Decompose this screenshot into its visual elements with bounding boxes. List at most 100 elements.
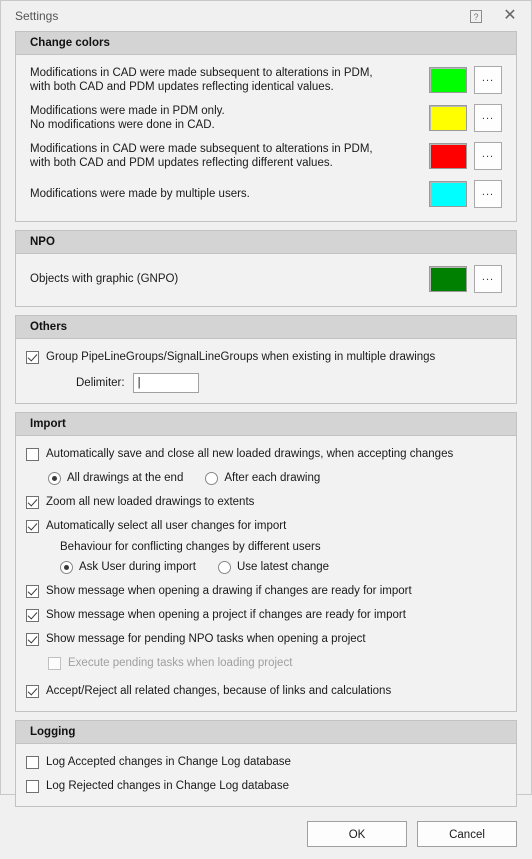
color-browse-button[interactable]: ... <box>474 66 502 94</box>
radio-label-after-each-drawing: After each drawing <box>224 471 321 484</box>
radio-all-drawings-end[interactable] <box>48 471 61 485</box>
checkbox-zoom-extents[interactable] <box>26 495 39 509</box>
checkbox-show-drawing-msg[interactable] <box>26 584 39 598</box>
checkbox-row-group-linegroups[interactable]: Group PipeLineGroups/SignalLineGroups wh… <box>26 345 506 369</box>
delimiter-label: Delimiter: <box>76 377 125 389</box>
panel-title-logging: Logging <box>16 721 516 744</box>
color-row-label-line1: Modifications were made by multiple user… <box>30 187 250 200</box>
color-row-label-line1: Modifications in CAD were made subsequen… <box>30 66 373 79</box>
radio-row-after-each-drawing[interactable]: After each drawing <box>205 471 320 486</box>
color-picker-group: ... <box>429 265 506 293</box>
checkbox-label-log-accepted: Log Accepted changes in Change Log datab… <box>46 755 291 768</box>
checkbox-show-npo-msg[interactable] <box>26 632 39 646</box>
panel-npo: NPO Objects with graphic (GNPO) ... <box>15 230 517 307</box>
checkbox-label-auto-save-close: Automatically save and close all new loa… <box>46 447 454 460</box>
panel-logging: Logging Log Accepted changes in Change L… <box>15 720 517 807</box>
checkbox-group-linegroups[interactable] <box>26 350 39 364</box>
npo-row-label: Objects with graphic (GNPO) <box>30 272 179 285</box>
panel-others: Others Group PipeLineGroups/SignalLineGr… <box>15 315 517 404</box>
radio-label-all-drawings-end: All drawings at the end <box>67 471 184 484</box>
color-swatch-multiple-users[interactable] <box>429 181 467 207</box>
checkbox-log-rejected[interactable] <box>26 779 39 793</box>
checkbox-label-execute-pending-tasks: Execute pending tasks when loading proje… <box>68 656 293 669</box>
checkbox-label-zoom-extents: Zoom all new loaded drawings to extents <box>46 495 255 508</box>
radio-after-each-drawing[interactable] <box>205 471 219 485</box>
checkbox-label-show-project-msg: Show message when opening a project if c… <box>46 608 406 621</box>
npo-body: Objects with graphic (GNPO) ... <box>16 254 516 306</box>
color-browse-button[interactable]: ... <box>474 180 502 208</box>
delimiter-row: Delimiter: <box>26 369 506 395</box>
help-button[interactable]: ? <box>459 3 493 29</box>
ok-button[interactable]: OK <box>307 821 407 847</box>
checkbox-row-log-rejected[interactable]: Log Rejected changes in Change Log datab… <box>26 774 506 798</box>
checkbox-log-accepted[interactable] <box>26 755 39 769</box>
panel-title-others: Others <box>16 316 516 339</box>
checkbox-row-show-drawing-msg[interactable]: Show message when opening a drawing if c… <box>26 579 506 603</box>
radio-ask-user-during-import[interactable] <box>60 560 73 574</box>
checkbox-label-accept-reject-related: Accept/Reject all related changes, becau… <box>46 684 392 697</box>
checkbox-row-log-accepted[interactable]: Log Accepted changes in Change Log datab… <box>26 750 506 774</box>
window-title: Settings <box>15 9 59 23</box>
color-picker-group: ... <box>429 142 506 170</box>
conflict-behaviour-heading: Behaviour for conflicting changes by dif… <box>60 541 321 553</box>
checkbox-label-show-drawing-msg: Show message when opening a drawing if c… <box>46 584 412 597</box>
checkbox-label-show-npo-msg: Show message for pending NPO tasks when … <box>46 632 366 645</box>
panel-change-colors: Change colors Modifications in CAD were … <box>15 31 517 222</box>
checkbox-execute-pending-tasks <box>48 656 61 670</box>
color-row-label: Modifications in CAD were made subsequen… <box>26 142 429 171</box>
radio-row-use-latest[interactable]: Use latest change <box>217 560 330 575</box>
checkbox-label-group-linegroups: Group PipeLineGroups/SignalLineGroups wh… <box>46 350 436 363</box>
color-row: Modifications in CAD were made subsequen… <box>26 61 506 99</box>
radio-row-ask-user[interactable]: Ask User during import <box>60 560 196 575</box>
title-bar: Settings ? ✕ <box>1 1 531 31</box>
color-row: Modifications were made in PDM only. No … <box>26 99 506 137</box>
color-row-label: Modifications were made in PDM only. No … <box>26 104 429 133</box>
settings-dialog: Settings ? ✕ Change colors Modifications… <box>0 0 532 847</box>
checkbox-row-show-npo-msg[interactable]: Show message for pending NPO tasks when … <box>26 627 506 651</box>
panel-title-change-colors: Change colors <box>16 32 516 55</box>
color-swatch-different-values[interactable] <box>429 143 467 169</box>
color-row-label-line1: Modifications were made in PDM only. <box>30 104 225 117</box>
radio-use-latest-change[interactable] <box>217 560 231 574</box>
color-row-label-line2: with both CAD and PDM updates reflecting… <box>30 157 333 169</box>
checkbox-row-show-project-msg[interactable]: Show message when opening a project if c… <box>26 603 506 627</box>
color-row: Modifications were made by multiple user… <box>26 175 506 213</box>
color-picker-group: ... <box>429 180 506 208</box>
delimiter-input[interactable] <box>132 373 199 393</box>
checkbox-row-auto-save-close[interactable]: Automatically save and close all new loa… <box>26 442 506 466</box>
color-browse-button[interactable]: ... <box>474 104 502 132</box>
color-browse-button[interactable]: ... <box>474 142 502 170</box>
checkbox-accept-reject-related[interactable] <box>26 684 39 698</box>
color-swatch-gnpo[interactable] <box>429 266 467 292</box>
checkbox-auto-save-close[interactable] <box>26 447 39 461</box>
color-browse-button[interactable]: ... <box>474 265 502 293</box>
radio-label-ask-user: Ask User during import <box>79 560 196 573</box>
panel-title-import: Import <box>16 413 516 436</box>
close-button[interactable]: ✕ <box>493 3 527 29</box>
panel-import: Import Automatically save and close all … <box>15 412 517 712</box>
checkbox-row-auto-select-changes[interactable]: Automatically select all user changes fo… <box>26 514 506 538</box>
color-picker-group: ... <box>429 66 506 94</box>
dialog-footer: OK Cancel <box>1 815 531 859</box>
checkbox-row-zoom-extents[interactable]: Zoom all new loaded drawings to extents <box>26 490 506 514</box>
checkbox-label-log-rejected: Log Rejected changes in Change Log datab… <box>46 779 289 792</box>
radio-group-conflict-behaviour: Ask User during import Use latest change <box>26 555 506 579</box>
checkbox-show-project-msg[interactable] <box>26 608 39 622</box>
color-swatch-identical-values[interactable] <box>429 67 467 93</box>
logging-body: Log Accepted changes in Change Log datab… <box>16 744 516 806</box>
change-colors-body: Modifications in CAD were made subsequen… <box>16 55 516 221</box>
cancel-button[interactable]: Cancel <box>417 821 517 847</box>
dialog-body: Change colors Modifications in CAD were … <box>1 31 531 815</box>
color-row-label: Modifications in CAD were made subsequen… <box>26 66 429 95</box>
radio-label-use-latest: Use latest change <box>236 560 330 573</box>
color-row: Modifications in CAD were made subsequen… <box>26 137 506 175</box>
checkbox-row-accept-reject-related[interactable]: Accept/Reject all related changes, becau… <box>26 679 506 703</box>
help-question-icon: ? <box>470 9 482 23</box>
color-row-label-line2: No modifications were done in CAD. <box>30 119 215 131</box>
color-swatch-pdm-only[interactable] <box>429 105 467 131</box>
checkbox-label-auto-select-changes: Automatically select all user changes fo… <box>46 519 287 532</box>
others-body: Group PipeLineGroups/SignalLineGroups wh… <box>16 339 516 403</box>
checkbox-auto-select-changes[interactable] <box>26 519 39 533</box>
radio-row-all-drawings-end[interactable]: All drawings at the end <box>48 471 183 486</box>
color-row-label-line2: with both CAD and PDM updates reflecting… <box>30 81 334 93</box>
